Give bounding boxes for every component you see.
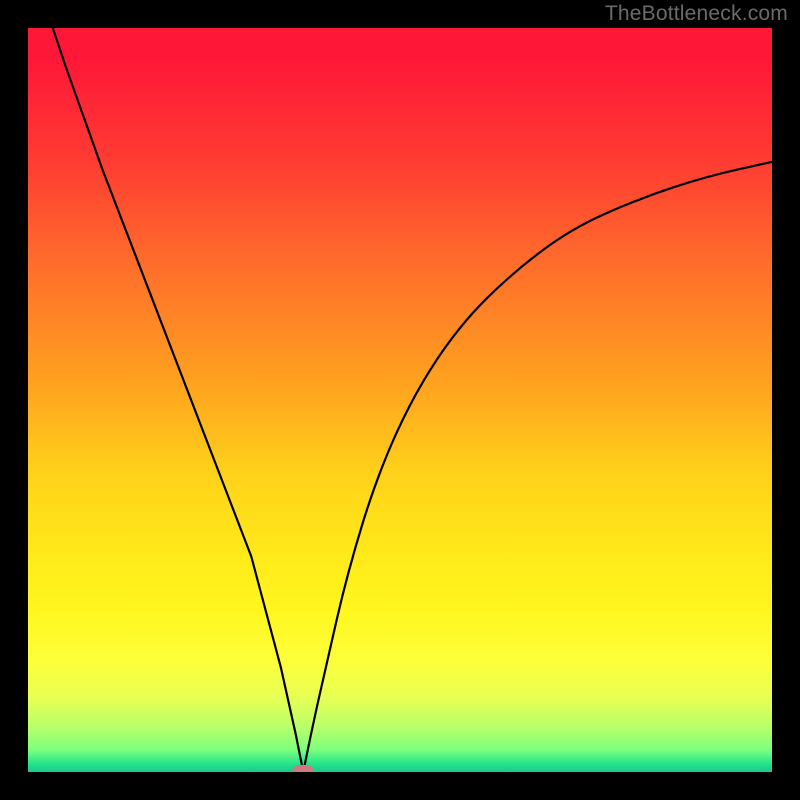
chart-frame: TheBottleneck.com [0, 0, 800, 800]
bottleneck-curve [28, 28, 772, 772]
watermark-text: TheBottleneck.com [605, 2, 788, 26]
optimal-point-marker [292, 765, 314, 772]
plot-area [28, 28, 772, 772]
